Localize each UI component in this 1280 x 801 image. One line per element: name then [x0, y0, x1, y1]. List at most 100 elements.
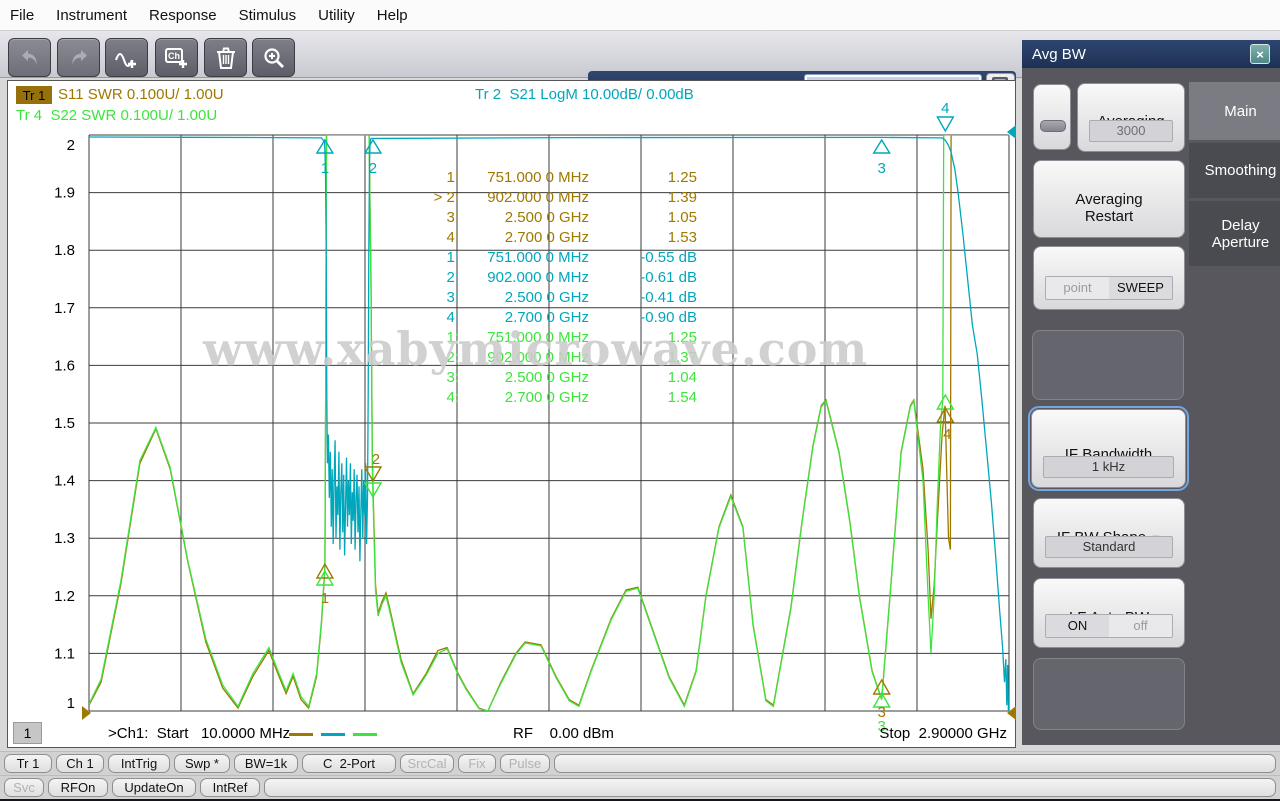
marker-value: 1.54: [589, 388, 697, 408]
marker-row: 2:902.000 0 MHz-0.61 dB: [381, 268, 703, 288]
status-ch-1[interactable]: Ch 1: [56, 754, 104, 773]
trace1-legend-dash: [289, 733, 313, 736]
marker-number: 2:: [381, 268, 459, 288]
status-bw-1k[interactable]: BW=1k: [234, 754, 298, 773]
status-intref[interactable]: IntRef: [200, 778, 260, 797]
menu-item-stimulus[interactable]: Stimulus: [239, 7, 297, 24]
marker-number: > 2:: [381, 188, 459, 208]
marker-frequency: 751.000 0 MHz: [459, 168, 589, 188]
if-bandwidth-button[interactable]: IF Bandwidth 1 kHz: [1031, 409, 1186, 488]
status-bar-row1: Tr 1Ch 1IntTrigSwp *BW=1kC 2-PortSrcCalF…: [0, 751, 1280, 775]
close-icon[interactable]: ×: [1250, 44, 1270, 64]
status-updateon[interactable]: UpdateOn: [112, 778, 196, 797]
marker-frequency: 902.000 0 MHz: [459, 268, 589, 288]
tab-smoothing[interactable]: Smoothing: [1189, 143, 1280, 198]
status-pulse[interactable]: Pulse: [500, 754, 550, 773]
marker-number: 1:: [381, 168, 459, 188]
status-inttrig[interactable]: IntTrig: [108, 754, 170, 773]
menu-bar: File Instrument Response Stimulus Utility Hel…: [0, 0, 1280, 30]
y-axis-tick-label: 1.9: [54, 185, 75, 202]
marker-row: 3:2.500 0 GHz-0.41 dB: [381, 288, 703, 308]
y-axis-tick-label: 1.8: [54, 242, 75, 259]
y-axis-tick-label: 2: [67, 137, 75, 154]
marker-frequency: 2.700 0 GHz: [459, 388, 589, 408]
marker-1-tr2-label: 1: [321, 160, 329, 177]
undo-icon: [18, 47, 42, 69]
status-filler[interactable]: [554, 754, 1276, 773]
if-bw-shape-button[interactable]: IF BW Shape ▼ Standard: [1033, 498, 1185, 568]
marker-value: 1.04: [589, 368, 697, 388]
tab-delay-aperture[interactable]: Delay Aperture: [1189, 201, 1280, 266]
lf-auto-bw-option-on[interactable]: ON: [1046, 615, 1109, 637]
menu-item-utility[interactable]: Utility: [318, 7, 355, 24]
marker-frequency: 2.500 0 GHz: [459, 288, 589, 308]
marker-value: 1.25: [589, 328, 697, 348]
add-trace-button[interactable]: [105, 38, 148, 77]
marker-frequency: 2.500 0 GHz: [459, 368, 589, 388]
status-swp[interactable]: Swp *: [174, 754, 230, 773]
menu-item-instrument[interactable]: Instrument: [56, 7, 127, 24]
marker-value: 1.53: [589, 228, 697, 248]
menu-item-help[interactable]: Help: [377, 7, 408, 24]
average-type-toggle[interactable]: point SWEEP: [1045, 276, 1173, 300]
grip-icon: [1040, 120, 1066, 132]
marker-row: 4:2.700 0 GHz-0.90 dB: [381, 308, 703, 328]
redo-button[interactable]: [57, 38, 100, 77]
status-bar-row2: SvcRFOnUpdateOnIntRef: [0, 775, 1280, 799]
marker-frequency: 902.000 0 MHz: [459, 188, 589, 208]
y-axis-tick-label: 1.2: [54, 588, 75, 605]
trace4-legend-dash: [353, 733, 377, 736]
panel-collapse-button[interactable]: [1033, 84, 1071, 150]
lf-auto-bw-option-off[interactable]: off: [1109, 615, 1172, 637]
marker-value: -0.61 dB: [589, 268, 697, 288]
panel-placeholder-1: [1032, 330, 1184, 400]
status-fix[interactable]: Fix: [458, 754, 496, 773]
marker-2-tr2-icon: [365, 140, 381, 153]
marker-table-tr2: 1:751.000 0 MHz-0.55 dB2:902.000 0 MHz-0…: [381, 248, 703, 328]
y-axis-tick-label: 1.1: [54, 645, 75, 662]
menu-item-file[interactable]: File: [10, 7, 34, 24]
marker-value: 1.39: [589, 188, 697, 208]
zoom-in-button[interactable]: [252, 38, 295, 77]
marker-number: 3:: [381, 288, 459, 308]
panel-placeholder-2: [1033, 658, 1185, 730]
averaging-button[interactable]: Averaging 3000: [1077, 83, 1185, 152]
plot-footer: 1 >Ch1: Start 10.0000 MHz RF 0.00 dBm St…: [8, 719, 1015, 747]
zoom-in-icon: [262, 46, 286, 70]
status-tr-1[interactable]: Tr 1: [4, 754, 52, 773]
marker-number: 4:: [381, 388, 459, 408]
status-c-2-port[interactable]: C 2-Port: [302, 754, 396, 773]
average-type-button[interactable]: Average Type point SWEEP: [1033, 246, 1185, 310]
marker-value: 1.37: [589, 348, 697, 368]
marker-value: -0.55 dB: [589, 248, 697, 268]
marker-row: 1:751.000 0 MHz1.25: [381, 328, 703, 348]
y-axis-tick-label: 1: [67, 695, 75, 712]
tab-main[interactable]: Main: [1189, 82, 1280, 140]
marker-frequency: 2.700 0 GHz: [459, 228, 589, 248]
status-rfon[interactable]: RFOn: [48, 778, 108, 797]
status-svc[interactable]: Svc: [4, 778, 44, 797]
lf-auto-bw-button[interactable]: LF Auto BW ON off: [1033, 578, 1185, 648]
lf-auto-bw-toggle[interactable]: ON off: [1045, 614, 1173, 638]
undo-button[interactable]: [8, 38, 51, 77]
add-trace-icon: [114, 46, 140, 70]
marker-row: > 2:902.000 0 MHz1.39: [381, 188, 703, 208]
average-type-option-point[interactable]: point: [1046, 277, 1109, 299]
rf-power-text[interactable]: RF 0.00 dBm: [513, 725, 614, 742]
channel-badge[interactable]: 1: [13, 722, 42, 744]
marker-2-tr1-label: 2: [372, 451, 380, 468]
marker-number: 4:: [381, 228, 459, 248]
averaging-restart-button[interactable]: Averaging Restart: [1033, 160, 1185, 238]
menu-item-response[interactable]: Response: [149, 7, 217, 24]
marker-frequency: 2.700 0 GHz: [459, 308, 589, 328]
add-channel-button[interactable]: Ch: [155, 38, 198, 77]
status-srccal[interactable]: SrcCal: [400, 754, 454, 773]
marker-3-tr2-label: 3: [877, 160, 885, 177]
marker-row: 2:902.000 0 MHz1.37: [381, 348, 703, 368]
channel-start-text[interactable]: >Ch1: Start 10.0000 MHz: [108, 725, 290, 742]
marker-3-tr2-icon: [874, 140, 890, 153]
stop-frequency-text[interactable]: Stop 2.90000 GHz: [879, 725, 1007, 742]
average-type-option-sweep[interactable]: SWEEP: [1109, 277, 1172, 299]
delete-trace-button[interactable]: [204, 38, 247, 77]
status-filler[interactable]: [264, 778, 1276, 797]
